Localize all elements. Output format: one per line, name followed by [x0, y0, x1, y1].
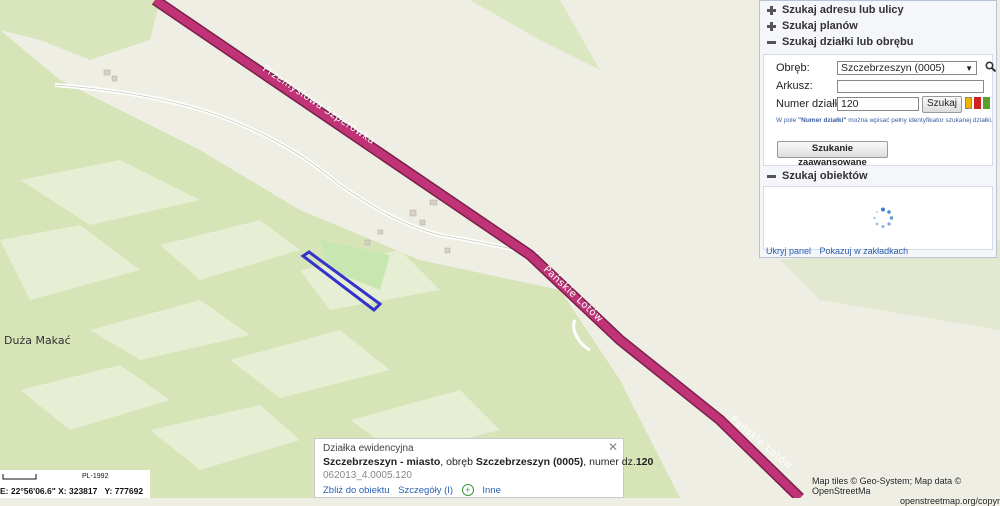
map-attribution: Map tiles © Geo-System; Map data © OpenS… — [812, 476, 1000, 506]
arkusz-label: Arkusz: — [776, 80, 813, 92]
search-panel: Szukaj adresu lub ulicy Szukaj planów Sz… — [759, 0, 997, 258]
parcel-description: Szczebrzeszyn - miasto, obręb Szczebrzes… — [323, 456, 654, 468]
scale-bar — [2, 474, 37, 480]
close-icon[interactable]: ✕ — [607, 441, 619, 453]
parcel-info-popup: Działka ewidencyjna ✕ Szczebrzeszyn - mi… — [314, 438, 653, 498]
place-label: Duża Makać — [4, 334, 71, 347]
section-label: Szukaj działki lub obrębu — [782, 36, 914, 48]
popup-links: Zbliż do obiektu Szczegóły (I) + Inne — [323, 484, 507, 496]
color-swatch-yellow[interactable] — [965, 97, 972, 109]
section-plans-search[interactable]: Szukaj planów — [760, 18, 996, 34]
search-icon[interactable] — [985, 61, 996, 72]
arkusz-input[interactable] — [837, 80, 984, 93]
advanced-search-button[interactable]: Szukanie zaawansowane — [777, 141, 888, 168]
color-swatch-green[interactable] — [983, 97, 990, 109]
other-link[interactable]: Inne — [482, 485, 501, 496]
search-button[interactable]: Szukaj — [922, 96, 962, 113]
numer-label: Numer działki: — [776, 98, 846, 110]
obreb-select[interactable]: Szczebrzeszyn (0005) ▼ — [837, 61, 977, 75]
panel-links: Ukryj panel Pokazuj w zakładkach — [766, 246, 914, 256]
plus-circle-icon[interactable]: + — [461, 484, 474, 496]
expand-icon — [766, 21, 777, 32]
popup-title: Działka ewidencyjna — [323, 443, 414, 454]
hide-panel-link[interactable]: Ukryj panel — [766, 246, 811, 256]
expand-icon — [766, 5, 777, 16]
show-in-tabs-link[interactable]: Pokazuj w zakładkach — [820, 246, 909, 256]
parcel-number-input[interactable]: 120 — [837, 97, 919, 111]
section-label: Szukaj planów — [782, 20, 858, 32]
chevron-down-icon: ▼ — [965, 64, 973, 73]
section-label: Szukaj obiektów — [782, 170, 868, 182]
hint-text: W pole "Numer działki" można wpisać pełn… — [776, 117, 993, 124]
section-parcel-search[interactable]: Szukaj działki lub obrębu — [760, 34, 996, 50]
loading-spinner-icon — [873, 207, 894, 228]
parcel-search-form: Obręb: Szczebrzeszyn (0005) ▼ Arkusz: Nu… — [763, 54, 996, 168]
details-link[interactable]: Szczegóły (I) — [398, 485, 453, 496]
section-objects-search[interactable]: Szukaj obiektów — [760, 168, 996, 184]
projection-label: PL-1992 — [82, 473, 109, 480]
zoom-to-object-link[interactable]: Zbliż do obiektu — [323, 485, 390, 496]
color-swatch-red[interactable] — [974, 97, 981, 109]
obreb-label: Obręb: — [776, 62, 810, 74]
coordinates-readout: E: 22°56'06.6" X: 323817 Y: 777692 — [0, 486, 144, 496]
section-address-search[interactable]: Szukaj adresu lub ulicy — [760, 2, 996, 18]
collapse-icon — [766, 37, 777, 48]
obreb-value: Szczebrzeszyn (0005) — [841, 62, 945, 74]
section-label: Szukaj adresu lub ulicy — [782, 4, 904, 16]
collapse-icon — [766, 171, 777, 182]
attribution-line: Map tiles © Geo-System; Map data © OpenS… — [812, 476, 962, 496]
objects-search-area — [763, 186, 993, 250]
parcel-identifier: 062013_4.0005.120 — [323, 470, 412, 481]
